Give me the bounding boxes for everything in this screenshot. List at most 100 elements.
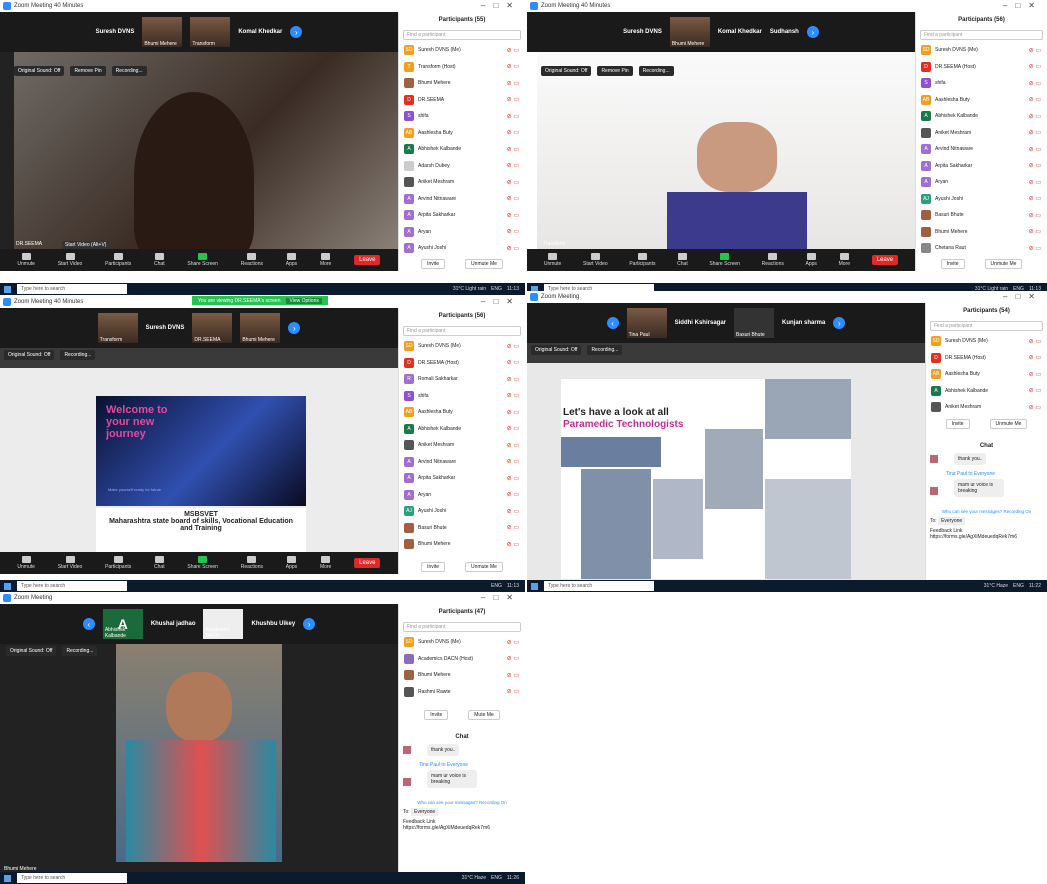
invite-button[interactable]: Invite bbox=[940, 259, 965, 269]
window-controls[interactable]: –□✕ bbox=[481, 593, 521, 602]
window-controls[interactable]: –□✕ bbox=[481, 297, 521, 306]
muted-mic-icon[interactable]: ⊘ ▭ bbox=[507, 113, 519, 120]
muted-mic-icon[interactable]: ⊘ ▭ bbox=[507, 392, 519, 399]
unmute-me-button[interactable]: Unmute Me bbox=[465, 259, 503, 269]
muted-mic-icon[interactable]: ⊘ ▭ bbox=[507, 672, 519, 679]
participant-row[interactable]: AJ Ayushi Joshi ⊘ ▭ bbox=[916, 191, 1047, 208]
chat-input[interactable]: Feedback Link https://forms.gle/AgXiMdeue… bbox=[930, 528, 1043, 540]
chat-visibility-note[interactable]: Who can see your messages? Recording On bbox=[926, 509, 1047, 514]
participant-row[interactable]: A Arvind Nitnaware ⊘ ▭ bbox=[399, 454, 525, 471]
previous-page-icon[interactable]: ‹ bbox=[82, 618, 95, 630]
taskbar-search[interactable]: Type here to search bbox=[544, 581, 654, 591]
unmute-me-button[interactable]: Unmute Me bbox=[989, 419, 1028, 429]
recording-indicator[interactable]: Recording... bbox=[587, 345, 623, 355]
mute-me-button[interactable]: Mute Me bbox=[468, 710, 500, 720]
participant-row[interactable]: Aniket Meshram ⊘ ▭ bbox=[926, 399, 1047, 416]
reactions-button[interactable]: Reactions bbox=[241, 253, 263, 267]
windows-icon[interactable] bbox=[4, 874, 11, 882]
participant-row[interactable]: R Romali Sakharkar ⊘ ▭ bbox=[399, 371, 525, 388]
participant-row[interactable]: Bhumi Mehere ⊘ ▭ bbox=[399, 667, 525, 684]
original-sound-toggle[interactable]: Original Sound: Off bbox=[6, 646, 57, 656]
windows-icon[interactable] bbox=[531, 582, 538, 590]
apps-button[interactable]: Apps bbox=[286, 556, 297, 570]
original-sound-toggle[interactable]: Original Sound: Off bbox=[14, 66, 65, 76]
apps-button[interactable]: Apps bbox=[806, 253, 817, 267]
next-page-icon[interactable]: › bbox=[303, 618, 316, 630]
muted-mic-icon[interactable]: ⊘ ▭ bbox=[1029, 129, 1041, 136]
participant-row[interactable]: A Abhishek Kalbande ⊘ ▭ bbox=[399, 421, 525, 438]
muted-mic-icon[interactable]: ⊘ ▭ bbox=[507, 508, 519, 515]
participant-row[interactable]: A Abhishek Kalbande ⊘ ▭ bbox=[399, 141, 525, 158]
muted-mic-icon[interactable]: ⊘ ▭ bbox=[507, 146, 519, 153]
muted-mic-icon[interactable]: ⊘ ▭ bbox=[507, 688, 519, 695]
start-video-button[interactable]: Start Video bbox=[58, 253, 82, 267]
participant-row[interactable]: AB Aashlesha Buty ⊘ ▭ bbox=[399, 404, 525, 421]
participant-row[interactable]: A Ayushi Joshi ⊘ ▭ bbox=[399, 240, 525, 257]
participant-thumb[interactable]: Transform bbox=[190, 17, 231, 47]
recipient-select[interactable]: Everyone bbox=[411, 808, 439, 816]
participant-thumb[interactable]: Academics DACN bbox=[203, 609, 244, 639]
window-controls[interactable]: –□✕ bbox=[481, 1, 521, 10]
participant-row[interactable]: Bhumi Mehere ⊘ ▭ bbox=[399, 75, 525, 92]
muted-mic-icon[interactable]: ⊘ ▭ bbox=[507, 129, 519, 136]
windows-icon[interactable] bbox=[4, 582, 11, 590]
find-participant-input[interactable]: Find a participant bbox=[403, 30, 521, 40]
unmute-me-button[interactable]: Unmute Me bbox=[465, 562, 503, 572]
weather[interactable]: 31°C Haze bbox=[462, 875, 486, 881]
participant-row[interactable]: A Aryan ⊘ ▭ bbox=[399, 487, 525, 504]
muted-mic-icon[interactable]: ⊘ ▭ bbox=[507, 491, 519, 498]
chat-sender[interactable]: Tina Paul to Everyone bbox=[946, 471, 1047, 477]
find-participant-input[interactable]: Find a participant bbox=[403, 622, 521, 632]
more-button[interactable]: More bbox=[320, 556, 331, 570]
chat-sender[interactable]: Tina Paul to Everyone bbox=[419, 762, 525, 768]
participant-row[interactable]: SD Suresh DVNS (Me) ⊘ ▭ bbox=[399, 634, 525, 651]
next-page-icon[interactable]: › bbox=[288, 322, 301, 334]
invite-button[interactable]: Invite bbox=[424, 710, 449, 720]
participant-row[interactable]: D DR.SEEMA (Host) ⊘ ▭ bbox=[399, 355, 525, 372]
muted-mic-icon[interactable]: ⊘ ▭ bbox=[1029, 47, 1041, 54]
more-button[interactable]: More bbox=[839, 253, 850, 267]
participant-row[interactable]: A Abhishek Kalbande ⊘ ▭ bbox=[926, 383, 1047, 400]
muted-mic-icon[interactable]: ⊘ ▭ bbox=[1029, 228, 1041, 235]
weather[interactable]: 31°C Haze bbox=[984, 583, 1008, 589]
muted-mic-icon[interactable]: ⊘ ▭ bbox=[1029, 354, 1041, 361]
muted-mic-icon[interactable]: ⊘ ▭ bbox=[507, 376, 519, 383]
participant-thumb[interactable]: A Abhishek Kalbande bbox=[102, 609, 143, 639]
chat-button[interactable]: Chat bbox=[154, 556, 165, 570]
muted-mic-icon[interactable]: ⊘ ▭ bbox=[507, 179, 519, 186]
view-options-button[interactable]: View Options bbox=[286, 297, 322, 304]
find-participant-input[interactable]: Find a participant bbox=[403, 326, 521, 336]
participant-row[interactable]: AB Aashlesha Buty ⊘ ▭ bbox=[916, 92, 1047, 109]
participants-button[interactable]: Participants bbox=[629, 253, 655, 267]
clock[interactable]: 11:22 bbox=[1029, 583, 1041, 589]
participant-row[interactable]: A Arpita Sakharkar ⊘ ▭ bbox=[916, 158, 1047, 175]
chat-input[interactable]: Feedback Link https://forms.gle/AgXiMdeue… bbox=[403, 819, 521, 831]
participant-row[interactable]: A Arpita Sakharkar ⊘ ▭ bbox=[399, 470, 525, 487]
participant-thumb[interactable]: DR.SEEMA bbox=[192, 313, 233, 343]
participant-row[interactable]: A Aryan ⊘ ▭ bbox=[399, 224, 525, 241]
muted-mic-icon[interactable]: ⊘ ▭ bbox=[507, 96, 519, 103]
muted-mic-icon[interactable]: ⊘ ▭ bbox=[507, 409, 519, 416]
muted-mic-icon[interactable]: ⊘ ▭ bbox=[507, 425, 519, 432]
participant-row[interactable]: Adarsh Dubey ⊘ ▭ bbox=[399, 158, 525, 175]
muted-mic-icon[interactable]: ⊘ ▭ bbox=[507, 458, 519, 465]
muted-mic-icon[interactable]: ⊘ ▭ bbox=[507, 228, 519, 235]
unmute-button[interactable]: Unmute bbox=[17, 556, 35, 570]
recording-indicator[interactable]: Recording... bbox=[111, 66, 147, 76]
invite-button[interactable]: Invite bbox=[421, 562, 446, 572]
participant-row[interactable]: Basuri Bhute ⊘ ▭ bbox=[916, 207, 1047, 224]
muted-mic-icon[interactable]: ⊘ ▭ bbox=[507, 212, 519, 219]
reactions-button[interactable]: Reactions bbox=[762, 253, 784, 267]
participant-row[interactable]: D DR.SEEMA ⊘ ▭ bbox=[399, 92, 525, 109]
participant-row[interactable]: D DR.SEEMA (Host) ⊘ ▭ bbox=[926, 350, 1047, 367]
muted-mic-icon[interactable]: ⊘ ▭ bbox=[1029, 146, 1041, 153]
muted-mic-icon[interactable]: ⊘ ▭ bbox=[1029, 113, 1041, 120]
chat-button[interactable]: Chat bbox=[154, 253, 165, 267]
language[interactable]: ENG bbox=[491, 583, 502, 589]
window-controls[interactable]: –□✕ bbox=[1003, 292, 1043, 301]
weather[interactable]: 31°C Light rain bbox=[453, 286, 486, 292]
unmute-me-button[interactable]: Unmute Me bbox=[984, 259, 1023, 269]
more-button[interactable]: More bbox=[320, 253, 331, 267]
muted-mic-icon[interactable]: ⊘ ▭ bbox=[1029, 179, 1041, 186]
taskbar-search[interactable]: Type here to search bbox=[17, 873, 127, 883]
